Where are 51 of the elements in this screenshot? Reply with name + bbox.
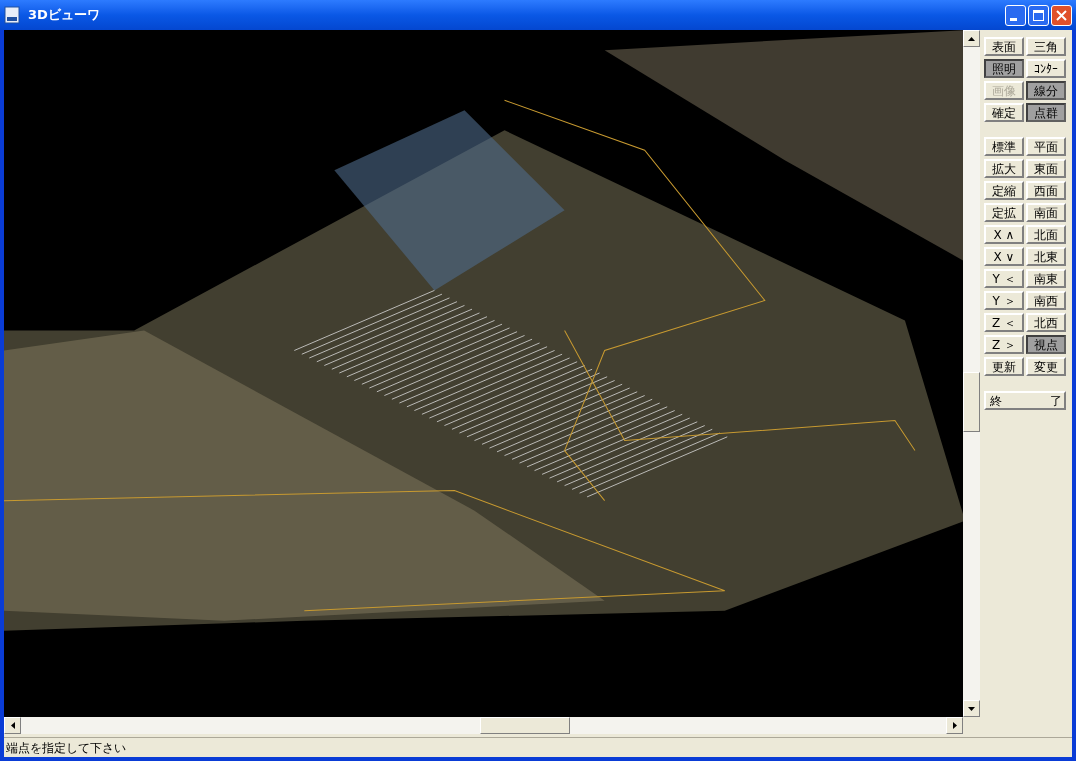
down-arrow-icon [968, 706, 975, 711]
scroll-thumb[interactable] [963, 372, 980, 432]
scroll-right-button[interactable] [946, 717, 963, 734]
tool-button[interactable]: Y ＜ [984, 269, 1024, 288]
tool-button[interactable]: 南西 [1026, 291, 1066, 310]
tool-button[interactable]: 確定 [984, 103, 1024, 122]
status-text: 端点を指定して下さい [5, 739, 126, 757]
scroll-up-button[interactable] [963, 30, 980, 47]
minimize-button[interactable] [1005, 4, 1026, 26]
tool-button[interactable]: 拡大 [984, 159, 1024, 178]
right-arrow-icon [952, 722, 957, 729]
app-icon [4, 6, 20, 24]
tool-button[interactable]: 視点 [1026, 335, 1066, 354]
tool-button[interactable]: X ∧ [984, 225, 1024, 244]
tool-button[interactable]: 北東 [1026, 247, 1066, 266]
tool-button[interactable]: 三角 [1026, 37, 1066, 56]
window-title: 3Dビューワ [28, 6, 100, 25]
tool-button[interactable]: Z ＞ [984, 335, 1024, 354]
tool-button[interactable]: Y ＞ [984, 291, 1024, 310]
tool-button[interactable]: 終 了 [984, 391, 1066, 410]
tool-button[interactable]: 変更 [1026, 357, 1066, 376]
tool-button[interactable]: 定拡 [984, 203, 1024, 222]
tool-button[interactable]: 更新 [984, 357, 1024, 376]
horizontal-scrollbar[interactable] [4, 717, 963, 734]
scroll-left-button[interactable] [4, 717, 21, 734]
scroll-down-button[interactable] [963, 700, 980, 717]
tool-button[interactable]: 西面 [1026, 181, 1066, 200]
tool-button[interactable]: 南面 [1026, 203, 1066, 222]
vertical-scrollbar[interactable] [963, 30, 980, 717]
tool-button[interactable]: 北面 [1026, 225, 1066, 244]
tool-button[interactable]: 南東 [1026, 269, 1066, 288]
maximize-icon [1033, 9, 1044, 21]
tool-button[interactable]: 平面 [1026, 137, 1066, 156]
scroll-thumb[interactable] [480, 717, 570, 734]
left-arrow-icon [10, 722, 15, 729]
minimize-icon [1010, 17, 1017, 21]
tool-button[interactable]: Z ＜ [984, 313, 1024, 332]
tool-button[interactable]: 標準 [984, 137, 1024, 156]
tool-button[interactable]: 定縮 [984, 181, 1024, 200]
up-arrow-icon [968, 36, 975, 41]
tool-button[interactable]: 照明 [984, 59, 1024, 78]
tool-button[interactable]: ｺﾝﾀｰ [1026, 59, 1066, 78]
tool-button[interactable]: 線分 [1026, 81, 1066, 100]
close-button[interactable] [1051, 4, 1072, 26]
tool-button[interactable]: 点群 [1026, 103, 1066, 122]
maximize-button[interactable] [1028, 4, 1049, 26]
tool-button[interactable]: 北西 [1026, 313, 1066, 332]
tool-button[interactable]: X ∨ [984, 247, 1024, 266]
close-icon [1056, 9, 1067, 21]
tool-button[interactable]: 東面 [1026, 159, 1066, 178]
tool-button[interactable]: 表面 [984, 37, 1024, 56]
